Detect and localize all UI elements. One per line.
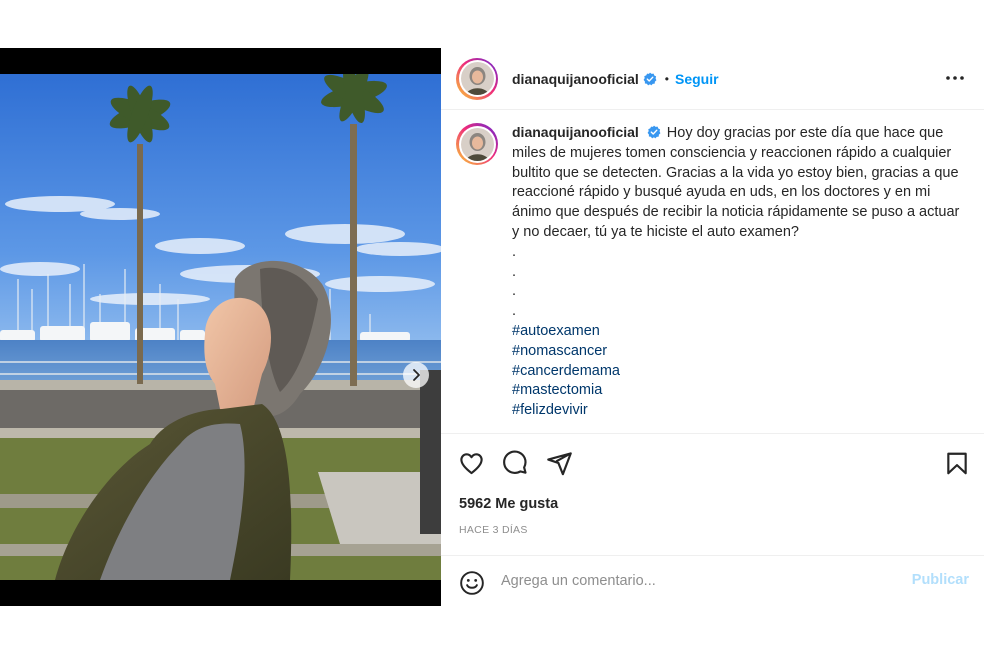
avatar-image <box>460 62 494 95</box>
post-header: dianaquijanooficial • Seguir <box>441 48 984 110</box>
caption-dot: . <box>512 243 517 260</box>
avatar[interactable] <box>456 57 498 100</box>
hashtag-link[interactable]: #autoexamen <box>512 322 967 342</box>
comment-bar: Publicar <box>441 555 984 607</box>
caption-username[interactable]: dianaquijanooficial <box>512 124 639 140</box>
hashtag-link[interactable]: #mastectomia <box>512 381 967 401</box>
caption-dot: . <box>512 263 517 280</box>
more-horizontal-icon[interactable] <box>944 67 966 89</box>
caption-dot: . <box>512 283 517 300</box>
comment-input[interactable] <box>501 571 891 591</box>
chevron-right-icon <box>413 369 420 381</box>
caption-body: Hoy doy gracias por este día que hace qu… <box>512 125 960 240</box>
caption-dot: . <box>512 303 517 320</box>
hashtag-link[interactable]: #felizdevivir <box>512 401 967 421</box>
post-timestamp: HACE 3 DÍAS <box>459 524 528 536</box>
follow-button[interactable]: Seguir <box>675 71 719 87</box>
caption-section: dianaquijanooficial Hoy doy gracias por … <box>441 110 984 432</box>
caption-avatar[interactable] <box>456 123 498 165</box>
post-media <box>0 48 441 606</box>
heart-icon[interactable] <box>458 450 485 477</box>
likes-count[interactable]: 5962 Me gusta <box>459 496 558 512</box>
avatar-image <box>460 127 494 161</box>
caption-text-block: dianaquijanooficial Hoy doy gracias por … <box>512 123 967 421</box>
verified-badge-icon <box>643 72 657 85</box>
hashtag-link[interactable]: #nomascancer <box>512 342 967 362</box>
paper-plane-icon[interactable] <box>546 450 573 477</box>
post-photo[interactable] <box>0 74 441 580</box>
header-username[interactable]: dianaquijanooficial <box>512 71 639 87</box>
post-details-panel: dianaquijanooficial • Seguir dianaquijan… <box>441 48 984 606</box>
verified-badge-icon <box>647 125 661 139</box>
post-actions: 5962 Me gusta HACE 3 DÍAS <box>441 433 984 555</box>
header-separator: • <box>664 71 669 86</box>
bookmark-icon[interactable] <box>944 450 970 477</box>
carousel-next-button[interactable] <box>403 362 429 388</box>
publish-button[interactable]: Publicar <box>912 572 969 588</box>
hashtag-link[interactable]: #cancerdemama <box>512 362 967 382</box>
emoji-icon[interactable] <box>459 570 485 596</box>
comment-icon[interactable] <box>502 450 529 477</box>
